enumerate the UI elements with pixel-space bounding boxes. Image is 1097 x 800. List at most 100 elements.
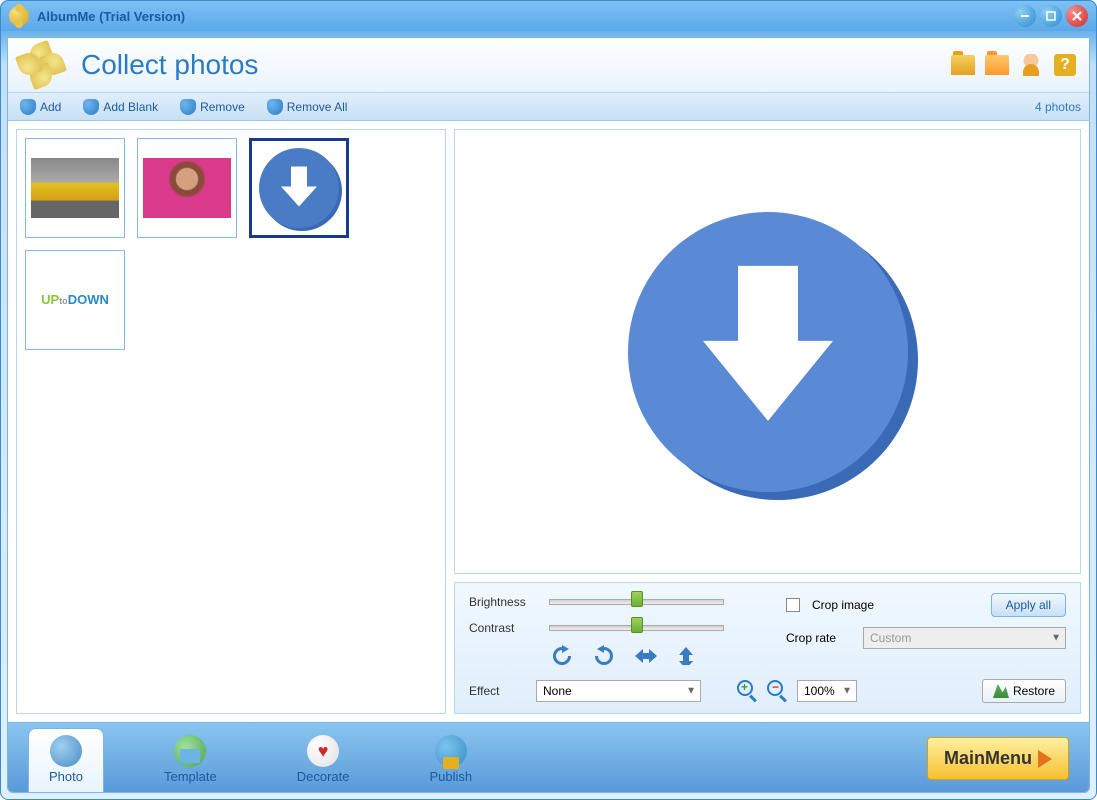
zoom-in-button[interactable]	[737, 680, 759, 702]
remove-label: Remove	[200, 100, 245, 114]
apply-all-button[interactable]: Apply all	[991, 593, 1066, 617]
crop-rate-select[interactable]: Custom ▼	[863, 627, 1066, 649]
zoom-out-button[interactable]	[767, 680, 789, 702]
rotate-right-button[interactable]	[591, 645, 615, 665]
globe-icon	[435, 735, 467, 767]
minimize-button[interactable]	[1014, 5, 1036, 27]
minimize-icon	[1020, 11, 1030, 21]
main-area: UPtoDOWN	[8, 121, 1089, 722]
crop-rate-label: Crop rate	[786, 631, 851, 645]
slider-thumb-icon	[631, 617, 643, 633]
tab-label: Decorate	[297, 769, 350, 784]
folder-save-icon	[985, 55, 1009, 75]
help-button[interactable]: ?	[1051, 51, 1079, 79]
down-arrow-icon	[277, 161, 321, 211]
window-title: AlbumMe (Trial Version)	[37, 9, 185, 24]
thumbnail-item[interactable]	[25, 138, 125, 238]
crop-image-checkbox[interactable]	[786, 598, 800, 612]
remove-button[interactable]: Remove	[176, 97, 255, 117]
add-blank-label: Add Blank	[103, 100, 158, 114]
down-arrow-icon	[688, 245, 848, 435]
preview-image	[628, 212, 908, 492]
tab-photo[interactable]: Photo	[28, 728, 104, 792]
thumbnail-item-selected[interactable]	[249, 138, 349, 238]
save-button[interactable]	[983, 51, 1011, 79]
thumbnail-item[interactable]: UPtoDOWN	[25, 250, 125, 350]
tab-label: Template	[164, 769, 217, 784]
remove-icon	[180, 99, 196, 115]
tab-template[interactable]: Template	[144, 729, 237, 792]
app-icon	[9, 6, 29, 26]
brightness-slider[interactable]	[549, 593, 724, 611]
chevron-down-icon: ▼	[686, 686, 696, 697]
zoom-value: 100%	[804, 684, 835, 698]
restore-label: Restore	[1013, 684, 1055, 698]
main-frame: Collect photos ? Add Add Blank Remove	[7, 37, 1090, 793]
add-icon	[20, 99, 36, 115]
zoom-out-icon	[767, 680, 783, 696]
photo-tab-icon	[50, 735, 82, 767]
close-icon	[1072, 11, 1082, 21]
maximize-button[interactable]	[1040, 5, 1062, 27]
titlebar: AlbumMe (Trial Version)	[1, 1, 1096, 31]
tab-decorate[interactable]: ♥ Decorate	[277, 729, 370, 792]
window-controls	[1014, 5, 1088, 27]
zoom-select[interactable]: 100% ▼	[797, 680, 857, 702]
effect-label: Effect	[469, 684, 524, 698]
restore-icon	[993, 684, 1009, 698]
add-button[interactable]: Add	[16, 97, 71, 117]
play-icon	[1038, 750, 1052, 768]
slider-thumb-icon	[631, 591, 643, 607]
open-folder-button[interactable]	[949, 51, 977, 79]
maximize-icon	[1046, 11, 1056, 21]
close-button[interactable]	[1066, 5, 1088, 27]
add-label: Add	[40, 100, 61, 114]
effect-value: None	[543, 684, 572, 698]
page-title: Collect photos	[81, 49, 258, 81]
contrast-slider[interactable]	[549, 619, 724, 637]
thumbnail-image	[143, 158, 231, 218]
restore-button[interactable]: Restore	[982, 679, 1066, 703]
thumbnail-image	[31, 158, 119, 218]
add-blank-button[interactable]: Add Blank	[79, 97, 168, 117]
crop-image-label: Crop image	[812, 598, 874, 612]
remove-all-label: Remove All	[287, 100, 348, 114]
toolbar: Add Add Blank Remove Remove All 4 photos	[8, 93, 1089, 121]
heart-icon: ♥	[307, 735, 339, 767]
add-blank-icon	[83, 99, 99, 115]
folder-icon	[951, 55, 975, 75]
flip-vertical-button[interactable]	[675, 645, 699, 665]
preview-panel	[454, 129, 1081, 574]
flip-horizontal-button[interactable]	[633, 645, 657, 665]
bottom-navigation: Photo Template ♥ Decorate Publish MainMe…	[8, 722, 1089, 792]
tab-publish[interactable]: Publish	[409, 729, 492, 792]
crop-rate-value: Custom	[870, 631, 911, 645]
chevron-down-icon: ▼	[1051, 633, 1061, 644]
right-panel: Brightness Contrast	[454, 129, 1081, 714]
controls-panel: Brightness Contrast	[454, 582, 1081, 714]
effect-select[interactable]: None ▼	[536, 680, 701, 702]
user-icon	[1021, 54, 1041, 76]
main-menu-label: MainMenu	[944, 748, 1032, 769]
application-window: AlbumMe (Trial Version) Collect photos	[0, 0, 1097, 800]
rotate-left-button[interactable]	[549, 645, 573, 665]
chevron-down-icon: ▼	[842, 686, 852, 697]
photo-count: 4 photos	[1035, 100, 1081, 114]
rotate-icons	[549, 645, 756, 665]
zoom-in-icon	[737, 680, 753, 696]
template-tab-icon	[174, 735, 206, 767]
contrast-label: Contrast	[469, 621, 539, 635]
remove-all-button[interactable]: Remove All	[263, 97, 358, 117]
main-menu-button[interactable]: MainMenu	[927, 737, 1069, 780]
tab-label: Photo	[49, 769, 83, 784]
thumbnail-item[interactable]	[137, 138, 237, 238]
remove-all-icon	[267, 99, 283, 115]
thumbnail-image	[259, 148, 339, 228]
tab-label: Publish	[429, 769, 472, 784]
thumbnails-panel: UPtoDOWN	[16, 129, 446, 714]
header-bar: Collect photos ?	[8, 38, 1089, 93]
user-button[interactable]	[1017, 51, 1045, 79]
help-icon: ?	[1054, 54, 1076, 76]
thumbnail-image: UPtoDOWN	[31, 270, 119, 330]
logo-icon	[18, 41, 66, 89]
